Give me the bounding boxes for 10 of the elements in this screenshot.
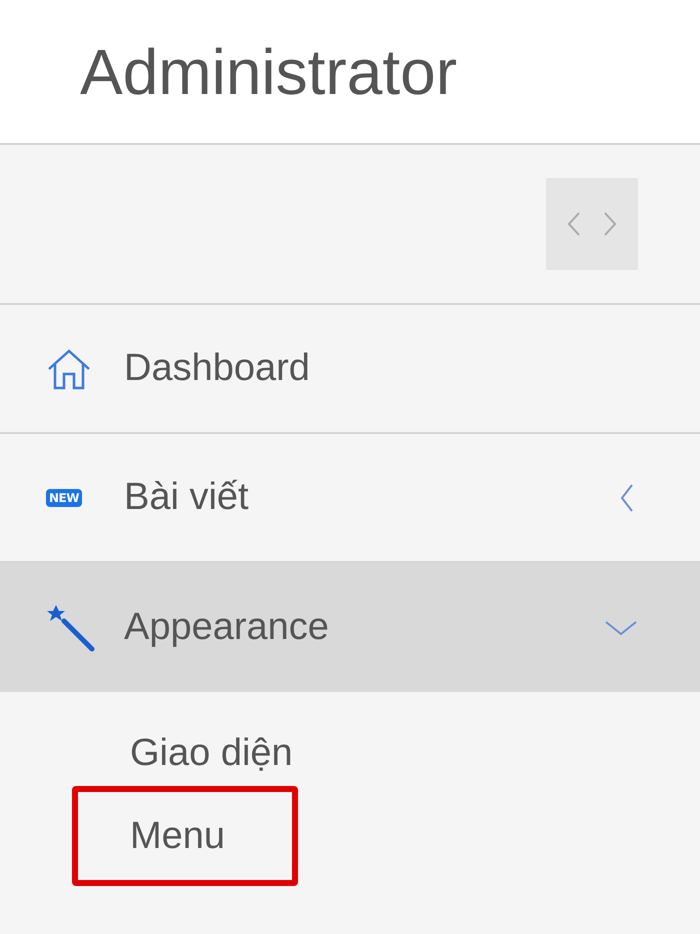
submenu-item[interactable]: Menu (72, 786, 298, 886)
new-badge: NEW (46, 488, 82, 506)
home-icon (46, 348, 92, 390)
magic-wand-icon (46, 602, 96, 652)
sidebar-toggle-button[interactable] (546, 178, 638, 270)
sidebar-item[interactable]: Appearance (0, 563, 700, 692)
sidebar-item[interactable]: Dashboard (0, 305, 700, 434)
app-title: Administrator (80, 34, 457, 108)
chevron-down-icon (604, 620, 638, 636)
submenu-item[interactable]: Giao diện (72, 720, 311, 786)
